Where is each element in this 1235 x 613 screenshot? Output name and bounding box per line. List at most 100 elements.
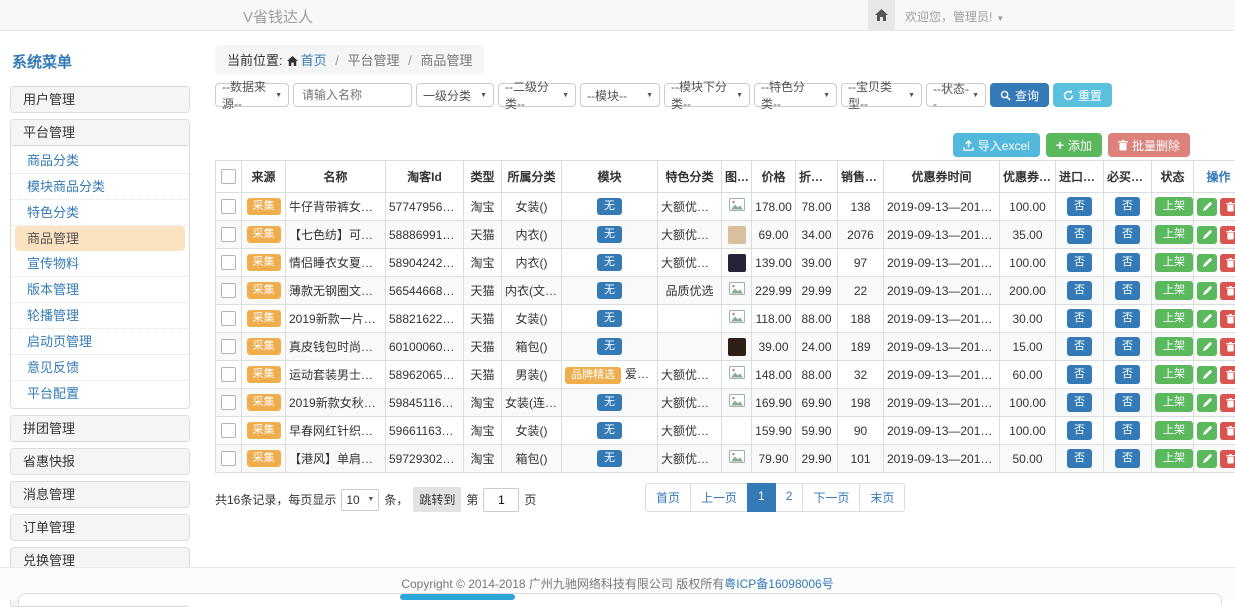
delete-button[interactable]	[1220, 254, 1235, 272]
page-button-0[interactable]: 首页	[645, 483, 691, 512]
bottom-cutoff-panel	[18, 593, 1222, 605]
delete-button[interactable]	[1220, 394, 1235, 412]
coupon-time-cell: 2019-09-13—2019-09-17	[884, 417, 1000, 445]
select-all-checkbox[interactable]	[221, 169, 236, 184]
price-cell: 69.00	[752, 221, 796, 249]
source-cell: 采集	[242, 249, 286, 277]
breadcrumb-home-link[interactable]: 首页	[301, 53, 327, 68]
delete-button[interactable]	[1220, 450, 1235, 468]
must-buy-badge: 否	[1115, 309, 1140, 328]
row-checkbox[interactable]	[221, 395, 236, 410]
filter-select-level2-category[interactable]: --二级分类--▼	[498, 83, 576, 107]
edit-button[interactable]	[1197, 282, 1217, 300]
products-table: 来源名称淘客Id类型所属分类模块特色分类图标价格折后价销售数量优惠券时间优惠券金…	[215, 160, 1235, 473]
edit-button[interactable]	[1197, 338, 1217, 356]
sidebar-subitem-9[interactable]: 平台配置	[11, 381, 189, 406]
sidebar-subitem-3[interactable]: 商品管理	[15, 226, 185, 251]
sidebar-subitem-1[interactable]: 模块商品分类	[11, 174, 189, 200]
edit-button[interactable]	[1197, 394, 1217, 412]
chevron-down-icon: ▼	[736, 92, 743, 99]
add-button[interactable]: + 添加	[1046, 133, 1102, 157]
row-checkbox[interactable]	[221, 423, 236, 438]
products-table-wrap: 来源名称淘客Id类型所属分类模块特色分类图标价格折后价销售数量优惠券时间优惠券金…	[215, 160, 1225, 473]
checkbox-cell	[216, 249, 242, 277]
must-buy-badge: 否	[1115, 421, 1140, 440]
page-number-input[interactable]	[483, 488, 519, 512]
type-cell: 淘宝	[464, 417, 502, 445]
row-checkbox[interactable]	[221, 339, 236, 354]
sidebar-item-3[interactable]: 订单管理	[10, 514, 190, 541]
filter-select-data-source[interactable]: --数据来源--▼	[215, 83, 289, 107]
delete-button[interactable]	[1220, 282, 1235, 300]
delete-button[interactable]	[1220, 338, 1235, 356]
edit-button[interactable]	[1197, 254, 1217, 272]
page-button-3[interactable]: 2	[775, 483, 804, 512]
chevron-down-icon: ▼	[823, 92, 830, 99]
row-checkbox[interactable]	[221, 283, 236, 298]
edit-button[interactable]	[1197, 422, 1217, 440]
edit-button[interactable]	[1197, 226, 1217, 244]
module-cell: 无	[562, 193, 658, 221]
table-row: 采集【七色纺】可爱纯棉家...588869917501天猫内衣()无大额优惠券6…	[216, 221, 1235, 249]
sidebar-subitem-4[interactable]: 宣传物料	[11, 251, 189, 277]
name-cell: 薄款无钢圈文胸聚拢性...	[286, 277, 386, 305]
edit-button[interactable]	[1197, 366, 1217, 384]
table-actions: 导入excel + 添加 批量删除	[215, 133, 1225, 157]
row-checkbox[interactable]	[221, 199, 236, 214]
delete-button[interactable]	[1220, 366, 1235, 384]
sidebar-subitem-6[interactable]: 轮播管理	[11, 303, 189, 329]
page-button-2[interactable]: 1	[747, 483, 776, 512]
name-cell: 2019新款女秋薄款...	[286, 389, 386, 417]
sidebar-item-0[interactable]: 拼团管理	[10, 415, 190, 442]
per-page-select[interactable]: 10▼	[341, 489, 379, 511]
taoke-id-cell: 601000601341	[386, 333, 464, 361]
jump-button[interactable]: 跳转到	[413, 487, 461, 512]
home-button[interactable]	[868, 0, 895, 30]
welcome-text: 欢迎您，管理员!	[905, 10, 992, 24]
reset-button[interactable]: 重置	[1053, 83, 1112, 107]
name-search-input[interactable]	[293, 83, 412, 107]
plus-icon: +	[1056, 140, 1064, 150]
edit-button[interactable]	[1197, 198, 1217, 216]
module-cell: 无	[562, 445, 658, 473]
pagination-buttons: 首页上一页12下一页末页	[645, 483, 905, 512]
sidebar-subitem-8[interactable]: 意见反馈	[11, 355, 189, 381]
row-checkbox[interactable]	[221, 255, 236, 270]
name-cell: 【港风】单肩斜跨链条...	[286, 445, 386, 473]
row-checkbox[interactable]	[221, 311, 236, 326]
batch-delete-button[interactable]: 批量删除	[1108, 133, 1190, 157]
edit-button[interactable]	[1197, 310, 1217, 328]
delete-button[interactable]	[1220, 422, 1235, 440]
icp-link[interactable]: 粤ICP备16098006号	[724, 577, 833, 591]
user-menu[interactable]: 欢迎您，管理员!▼	[905, 8, 1004, 25]
sidebar-item-1[interactable]: 省惠快报	[10, 448, 190, 475]
filter-select-status[interactable]: --状态--▼	[926, 83, 986, 107]
filter-select-feature-category[interactable]: --特色分类--▼	[754, 83, 837, 107]
delete-button[interactable]	[1220, 226, 1235, 244]
filter-select-module-sub-category[interactable]: --模块下分类--▼	[664, 83, 750, 107]
page-button-4[interactable]: 下一页	[802, 483, 860, 512]
discount-cell: 69.90	[796, 389, 838, 417]
search-button[interactable]: 查询	[990, 83, 1049, 107]
filter-select-level1-category[interactable]: 一级分类▼	[416, 83, 494, 107]
delete-button[interactable]	[1220, 198, 1235, 216]
page-button-5[interactable]: 末页	[859, 483, 905, 512]
price-cell: 139.00	[752, 249, 796, 277]
row-checkbox[interactable]	[221, 227, 236, 242]
delete-button[interactable]	[1220, 310, 1235, 328]
filter-select-module[interactable]: --模块--▼	[580, 83, 660, 107]
sidebar-subitem-0[interactable]: 商品分类	[11, 148, 189, 174]
sidebar-subitem-7[interactable]: 启动页管理	[11, 329, 189, 355]
source-badge: 采集	[247, 338, 281, 355]
page-button-1[interactable]: 上一页	[690, 483, 748, 512]
sidebar-subitem-5[interactable]: 版本管理	[11, 277, 189, 303]
sidebar-subitem-2[interactable]: 特色分类	[11, 200, 189, 226]
edit-button[interactable]	[1197, 450, 1217, 468]
sidebar-item-user-management[interactable]: 用户管理	[10, 86, 190, 113]
filter-select-item-type[interactable]: --宝贝类型--▼	[841, 83, 922, 107]
row-checkbox[interactable]	[221, 451, 236, 466]
import-excel-button[interactable]: 导入excel	[953, 133, 1040, 157]
sidebar-item-platform-management[interactable]: 平台管理	[10, 119, 190, 146]
sidebar-item-2[interactable]: 消息管理	[10, 481, 190, 508]
row-checkbox[interactable]	[221, 367, 236, 382]
